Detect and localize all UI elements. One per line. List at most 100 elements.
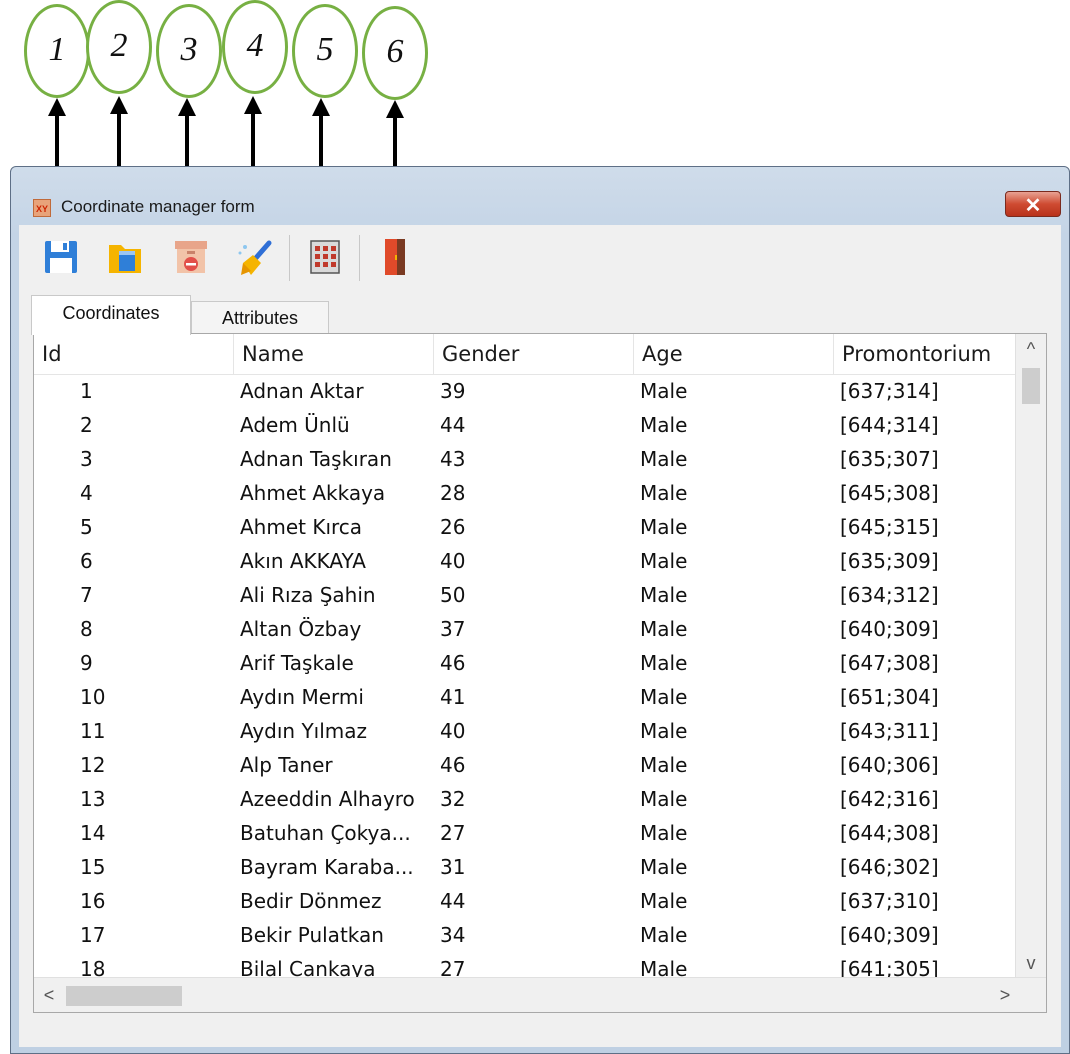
gender-cell: 44	[440, 889, 466, 913]
callout-number: 1	[48, 31, 66, 68]
scroll-up-icon[interactable]: ^	[1016, 334, 1046, 364]
gender-cell: 34	[440, 923, 466, 947]
callout-number: 3	[180, 31, 198, 68]
id-cell: 10	[80, 685, 106, 709]
id-cell: 12	[80, 753, 106, 777]
table-row[interactable]: 7 Ali Rıza Şahin 50 Male [634;312]	[34, 578, 1030, 612]
coordinates-list[interactable]: Id Name Gender Age Promontorium 1 Adnan A…	[33, 333, 1047, 1013]
id-cell: 6	[80, 549, 93, 573]
name-cell: Bekir Pulatkan	[240, 923, 384, 947]
name-cell: Aydın Mermi	[240, 685, 364, 709]
promontorium-cell: [640;309]	[840, 923, 939, 947]
promontorium-cell: [635;309]	[840, 549, 939, 573]
table-row[interactable]: 5 Ahmet Kırca 26 Male [645;315]	[34, 510, 1030, 544]
callout-5: 5	[292, 4, 358, 98]
column-header-promontorium[interactable]: Promontorium	[834, 334, 1030, 374]
id-cell: 14	[80, 821, 106, 845]
promontorium-cell: [640;309]	[840, 617, 939, 641]
table-row[interactable]: 14 Batuhan Çokya... 27 Male [644;308]	[34, 816, 1030, 850]
name-cell: Ahmet Kırca	[240, 515, 363, 539]
table-row[interactable]: 11 Aydın Yılmaz 40 Male [643;311]	[34, 714, 1030, 748]
horizontal-scrollbar[interactable]: < >	[34, 977, 1046, 1012]
gender-cell: 43	[440, 447, 466, 471]
title-bar[interactable]: XY Coordinate manager form ✕	[11, 167, 1069, 225]
name-cell: Altan Özbay	[240, 617, 362, 641]
name-cell: Adem Ünlü	[240, 413, 350, 437]
callout-2: 2	[86, 0, 152, 94]
open-button[interactable]	[103, 237, 147, 277]
gender-cell: 27	[440, 821, 466, 845]
age-cell: Male	[640, 685, 688, 709]
table-row[interactable]: 15 Bayram Karaba... 31 Male [646;302]	[34, 850, 1030, 884]
scroll-left-icon[interactable]: <	[34, 978, 64, 1012]
column-header-age[interactable]: Age	[634, 334, 834, 374]
toolbar	[19, 225, 1061, 287]
name-cell: Batuhan Çokya...	[240, 821, 411, 845]
table-row[interactable]: 1 Adnan Aktar 39 Male [637;314]	[34, 374, 1030, 408]
column-header-id[interactable]: Id	[34, 334, 234, 374]
age-cell: Male	[640, 787, 688, 811]
tab-attributes[interactable]: Attributes	[191, 301, 329, 335]
clear-brush-icon	[238, 240, 272, 275]
table-row[interactable]: 17 Bekir Pulatkan 34 Male [640;309]	[34, 918, 1030, 952]
horizontal-scroll-thumb[interactable]	[66, 986, 182, 1006]
age-cell: Male	[640, 651, 688, 675]
promontorium-cell: [643;311]	[840, 719, 939, 743]
table-row[interactable]: 16 Bedir Dönmez 44 Male [637;310]	[34, 884, 1030, 918]
gender-cell: 40	[440, 549, 466, 573]
list-header: Id Name Gender Age Promontorium	[34, 334, 1030, 375]
name-cell: Akın AKKAYA	[240, 549, 366, 573]
table-row[interactable]: 10 Aydın Mermi 41 Male [651;304]	[34, 680, 1030, 714]
promontorium-cell: [645;308]	[840, 481, 939, 505]
gender-cell: 26	[440, 515, 466, 539]
table-row[interactable]: 2 Adem Ünlü 44 Male [644;314]	[34, 408, 1030, 442]
age-cell: Male	[640, 481, 688, 505]
save-button[interactable]	[39, 237, 83, 277]
form-client-area: Coordinates Attributes Id Name Gender Ag…	[19, 225, 1061, 1047]
name-cell: Bayram Karaba...	[240, 855, 414, 879]
table-row[interactable]: 12 Alp Taner 46 Male [640;306]	[34, 748, 1030, 782]
age-cell: Male	[640, 549, 688, 573]
calculate-button[interactable]	[303, 237, 347, 277]
id-cell: 16	[80, 889, 106, 913]
table-row[interactable]: 9 Arif Taşkale 46 Male [647;308]	[34, 646, 1030, 680]
gender-cell: 37	[440, 617, 466, 641]
id-cell: 13	[80, 787, 106, 811]
table-row[interactable]: 8 Altan Özbay 37 Male [640;309]	[34, 612, 1030, 646]
gender-cell: 40	[440, 719, 466, 743]
column-header-name[interactable]: Name	[234, 334, 434, 374]
callout-6: 6	[362, 6, 428, 100]
gender-cell: 32	[440, 787, 466, 811]
id-cell: 9	[80, 651, 93, 675]
close-button[interactable]: ✕	[1005, 191, 1061, 217]
gender-cell: 46	[440, 651, 466, 675]
open-folder-icon	[109, 245, 141, 273]
id-cell: 15	[80, 855, 106, 879]
promontorium-cell: [647;308]	[840, 651, 939, 675]
vertical-scrollbar[interactable]: ^ v	[1015, 334, 1046, 978]
clear-button[interactable]	[233, 237, 277, 277]
tab-coordinates[interactable]: Coordinates	[31, 295, 191, 335]
table-row[interactable]: 13 Azeeddin Alhayro 32 Male [642;316]	[34, 782, 1030, 816]
window-title: Coordinate manager form	[61, 197, 255, 216]
age-cell: Male	[640, 413, 688, 437]
gender-cell: 46	[440, 753, 466, 777]
column-header-gender[interactable]: Gender	[434, 334, 634, 374]
exit-button[interactable]	[373, 237, 417, 277]
age-cell: Male	[640, 583, 688, 607]
table-row[interactable]: 3 Adnan Taşkıran 43 Male [635;307]	[34, 442, 1030, 476]
gender-cell: 31	[440, 855, 466, 879]
table-row[interactable]: 6 Akın AKKAYA 40 Male [635;309]	[34, 544, 1030, 578]
vertical-scroll-thumb[interactable]	[1022, 368, 1040, 404]
id-cell: 3	[80, 447, 93, 471]
delete-button[interactable]	[169, 237, 213, 277]
promontorium-cell: [634;312]	[840, 583, 939, 607]
scroll-right-icon[interactable]: >	[990, 978, 1020, 1012]
callout-1: 1	[24, 4, 90, 98]
promontorium-cell: [637;314]	[840, 379, 939, 403]
gender-cell: 28	[440, 481, 466, 505]
promontorium-cell: [646;302]	[840, 855, 939, 879]
scroll-down-icon[interactable]: v	[1016, 948, 1046, 978]
name-cell: Ahmet Akkaya	[240, 481, 386, 505]
table-row[interactable]: 4 Ahmet Akkaya 28 Male [645;308]	[34, 476, 1030, 510]
